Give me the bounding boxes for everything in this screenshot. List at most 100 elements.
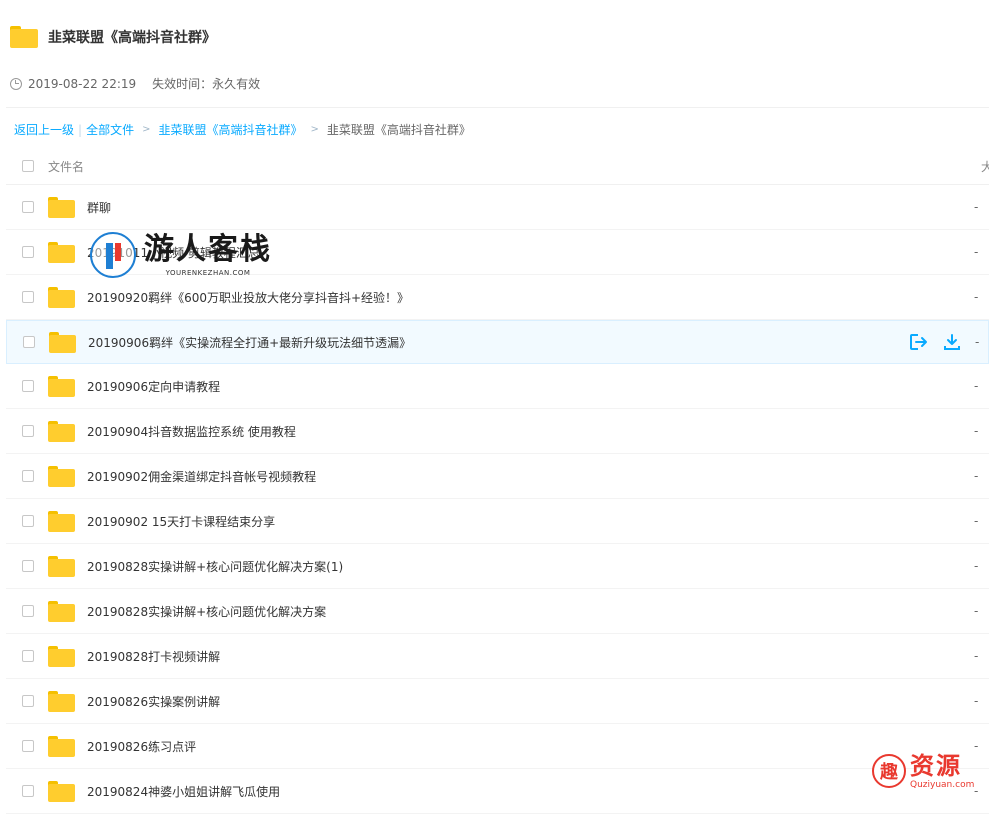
folder-icon bbox=[48, 556, 75, 577]
row-checkbox[interactable] bbox=[22, 380, 34, 392]
file-name[interactable]: 20190920羁绊《600万职业投放大佬分享抖音抖+经验！》 bbox=[87, 289, 409, 306]
file-name[interactable]: 20190906羁绊《实操流程全打通+最新升级玩法细节透漏》 bbox=[88, 334, 411, 351]
watermark-subtext: YOURENKEZHAN.COM bbox=[166, 269, 251, 277]
watermark: 游人客栈 YOURENKEZHAN.COM bbox=[90, 232, 272, 278]
file-name[interactable]: 20190828实操讲解+核心问题优化解决方案(1) bbox=[87, 558, 343, 575]
list-header: 文件名 大 bbox=[6, 148, 989, 185]
row-checkbox[interactable] bbox=[22, 560, 34, 572]
back-link[interactable]: 返回上一级 bbox=[14, 121, 74, 138]
row-checkbox[interactable] bbox=[22, 470, 34, 482]
folder-icon bbox=[48, 646, 75, 667]
file-size: - bbox=[974, 424, 978, 438]
file-size: - bbox=[974, 694, 978, 708]
file-size: - bbox=[974, 379, 978, 393]
corner-logo-text: 资源 bbox=[910, 752, 974, 780]
share-date: 2019-08-22 22:19 bbox=[28, 77, 136, 91]
all-files-link[interactable]: 全部文件 bbox=[86, 121, 134, 138]
row-checkbox[interactable] bbox=[22, 605, 34, 617]
file-size: - bbox=[974, 784, 978, 798]
file-name[interactable]: 20190906定向申请教程 bbox=[87, 378, 220, 395]
file-size: - bbox=[975, 335, 979, 349]
row-checkbox[interactable] bbox=[22, 650, 34, 662]
file-name[interactable]: 群聊 bbox=[87, 199, 111, 216]
select-all-checkbox[interactable] bbox=[22, 160, 34, 172]
file-name[interactable]: 20190824神婆小姐姐讲解飞瓜使用 bbox=[87, 783, 280, 800]
folder-icon bbox=[48, 421, 75, 442]
folder-icon bbox=[48, 242, 75, 263]
row-checkbox[interactable] bbox=[22, 201, 34, 213]
folder-icon bbox=[48, 197, 75, 218]
expire-label: 失效时间：永久有效 bbox=[152, 75, 260, 92]
folder-icon bbox=[48, 736, 75, 757]
file-row[interactable]: 20190906定向申请教程 - bbox=[6, 364, 989, 409]
row-checkbox[interactable] bbox=[22, 740, 34, 752]
file-size: - bbox=[974, 245, 978, 259]
row-checkbox[interactable] bbox=[23, 336, 35, 348]
file-row[interactable]: 20190826实操案例讲解 - bbox=[6, 679, 989, 724]
file-name[interactable]: 20190828打卡视频讲解 bbox=[87, 648, 220, 665]
file-row[interactable]: 群聊 - bbox=[6, 185, 989, 230]
file-row[interactable]: 20190828实操讲解+核心问题优化解决方案 - bbox=[6, 589, 989, 634]
column-header-name[interactable]: 文件名 bbox=[48, 158, 84, 175]
file-row[interactable]: 20190828打卡视频讲解 - bbox=[6, 634, 989, 679]
corner-logo: 趣 资源 Quziyuan.com bbox=[872, 752, 974, 790]
file-size: - bbox=[974, 469, 978, 483]
share-meta: 2019-08-22 22:19 失效时间：永久有效 bbox=[10, 75, 260, 92]
file-row[interactable]: 20190828实操讲解+核心问题优化解决方案(1) - bbox=[6, 544, 989, 589]
column-header-size[interactable]: 大 bbox=[981, 158, 989, 175]
corner-logo-badge: 趣 bbox=[872, 754, 906, 788]
row-checkbox[interactable] bbox=[22, 291, 34, 303]
file-name[interactable]: 20190904抖音数据监控系统 使用教程 bbox=[87, 423, 296, 440]
file-size: - bbox=[974, 290, 978, 304]
row-checkbox[interactable] bbox=[22, 246, 34, 258]
breadcrumb-separator: | bbox=[78, 123, 82, 137]
folder-icon bbox=[48, 376, 75, 397]
file-list: 群聊 - 20191011小视频 剪辑教程汇总 - 20190920羁绊《600… bbox=[6, 185, 989, 814]
folder-icon bbox=[49, 332, 76, 353]
file-name[interactable]: 20190826实操案例讲解 bbox=[87, 693, 220, 710]
file-name[interactable]: 20190902佣金渠道绑定抖音帐号视频教程 bbox=[87, 468, 316, 485]
file-row[interactable]: 20190826练习点评 - bbox=[6, 724, 989, 769]
folder-icon bbox=[48, 781, 75, 802]
folder-icon bbox=[48, 511, 75, 532]
file-name[interactable]: 20190828实操讲解+核心问题优化解决方案 bbox=[87, 603, 326, 620]
file-row[interactable]: 20190824神婆小姐姐讲解飞瓜使用 - bbox=[6, 769, 989, 814]
watermark-logo-icon bbox=[90, 232, 136, 278]
file-size: - bbox=[974, 604, 978, 618]
row-checkbox[interactable] bbox=[22, 785, 34, 797]
current-folder: 韭菜联盟《高端抖音社群》 bbox=[327, 121, 471, 138]
download-icon[interactable] bbox=[943, 333, 961, 351]
row-checkbox[interactable] bbox=[22, 425, 34, 437]
corner-logo-subtext: Quziyuan.com bbox=[910, 780, 974, 790]
file-size: - bbox=[974, 649, 978, 663]
divider bbox=[6, 107, 989, 108]
breadcrumb-arrow-icon: > bbox=[310, 124, 318, 135]
file-size: - bbox=[974, 739, 978, 753]
share-header: 韭菜联盟《高端抖音社群》 bbox=[10, 22, 216, 52]
file-size: - bbox=[974, 559, 978, 573]
clock-icon bbox=[10, 78, 22, 90]
folder-icon bbox=[48, 601, 75, 622]
watermark-text: 游人客栈 bbox=[144, 233, 272, 267]
file-name[interactable]: 20190902 15天打卡课程结束分享 bbox=[87, 513, 275, 530]
file-row-hovered[interactable]: 20190906羁绊《实操流程全打通+最新升级玩法细节透漏》 - bbox=[6, 320, 989, 364]
file-size: - bbox=[974, 514, 978, 528]
folder-icon bbox=[10, 26, 38, 48]
file-name[interactable]: 20190826练习点评 bbox=[87, 738, 196, 755]
breadcrumb: 返回上一级 | 全部文件 > 韭菜联盟《高端抖音社群》 > 韭菜联盟《高端抖音社… bbox=[14, 121, 471, 138]
row-checkbox[interactable] bbox=[22, 515, 34, 527]
parent-folder-link[interactable]: 韭菜联盟《高端抖音社群》 bbox=[158, 121, 302, 138]
save-to-drive-icon[interactable] bbox=[909, 333, 929, 351]
share-title: 韭菜联盟《高端抖音社群》 bbox=[48, 27, 216, 47]
row-checkbox[interactable] bbox=[22, 695, 34, 707]
file-row[interactable]: 20190920羁绊《600万职业投放大佬分享抖音抖+经验！》 - bbox=[6, 275, 989, 320]
folder-icon bbox=[48, 287, 75, 308]
file-row[interactable]: 20190904抖音数据监控系统 使用教程 - bbox=[6, 409, 989, 454]
folder-icon bbox=[48, 691, 75, 712]
breadcrumb-arrow-icon: > bbox=[142, 124, 150, 135]
row-actions bbox=[909, 333, 961, 351]
file-size: - bbox=[974, 200, 978, 214]
file-row[interactable]: 20190902佣金渠道绑定抖音帐号视频教程 - bbox=[6, 454, 989, 499]
file-row[interactable]: 20190902 15天打卡课程结束分享 - bbox=[6, 499, 989, 544]
folder-icon bbox=[48, 466, 75, 487]
